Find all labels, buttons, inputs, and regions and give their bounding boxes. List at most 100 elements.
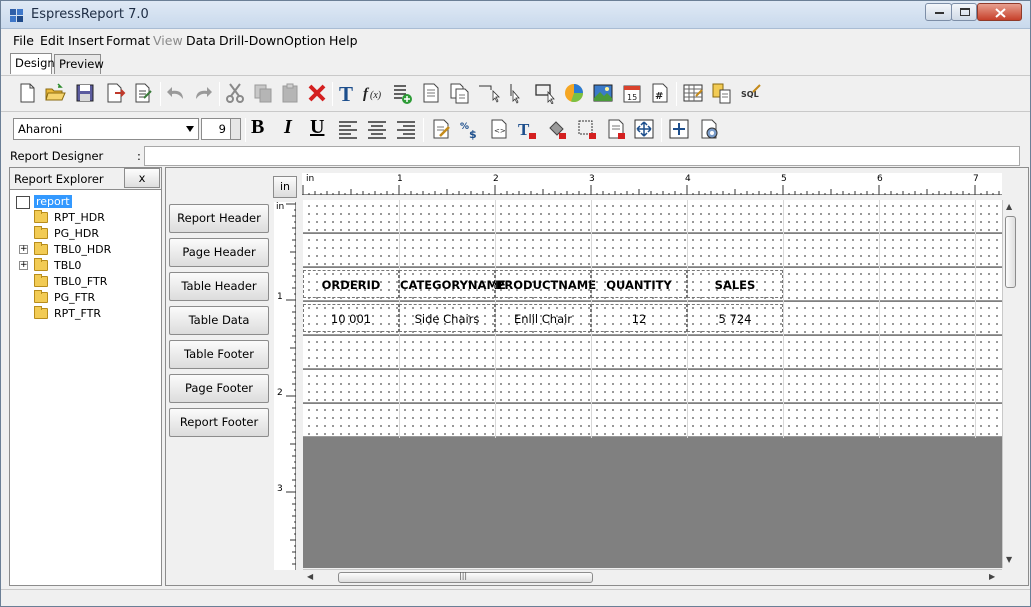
report-canvas[interactable]: ORDERID CATEGORYNAME PRODUCTNAME QUANTIT… [303,200,1002,568]
insert-chart-icon[interactable] [563,82,585,104]
italic-button[interactable]: I [284,116,292,139]
section-page-footer-button[interactable]: Page Footer [169,374,269,403]
close-button[interactable] [977,3,1022,21]
section-table-footer-button[interactable]: Table Footer [169,340,269,369]
vertical-scroll-thumb[interactable] [1005,216,1016,288]
sql-icon[interactable]: SQL [740,82,762,104]
scroll-down-icon[interactable]: ▼ [1006,555,1012,564]
insert-label-icon[interactable]: T [336,82,358,104]
report-designer-field[interactable] [144,146,1020,166]
band-page-footer[interactable] [303,370,1002,403]
font-family-select[interactable]: Aharoni [13,118,199,140]
table-data-cell[interactable]: Enlil Chair [495,304,591,332]
section-report-header-button[interactable]: Report Header [169,204,269,233]
scroll-right-icon[interactable]: ▶ [989,572,995,581]
number-format-icon[interactable]: %$ [459,118,481,140]
table-header-cell[interactable]: PRODUCTNAME [495,270,596,298]
border-icon[interactable] [576,118,598,140]
insert-subreport-icon[interactable] [448,82,470,104]
tree-item-pg-ftr[interactable]: PG_FTR [34,290,154,306]
minimize-button[interactable] [925,3,952,21]
align-center-icon[interactable] [366,118,388,140]
menu-format[interactable]: Format [106,33,150,48]
section-report-footer-button[interactable]: Report Footer [169,408,269,437]
explorer-close-button[interactable]: x [124,168,160,188]
tree-item-tbl0-hdr[interactable]: TBL0_HDR [34,242,154,258]
underline-button[interactable]: U [310,116,324,139]
table-header-cell[interactable]: ORDERID [303,270,399,298]
scroll-left-icon[interactable]: ◀ [307,572,313,581]
scroll-up-icon[interactable]: ▲ [1006,202,1012,211]
fit-icon[interactable] [633,118,655,140]
redo-icon[interactable] [192,82,214,104]
page-setup-icon[interactable] [132,82,154,104]
select-pointer-icon[interactable] [505,82,527,104]
insert-column-icon[interactable] [391,82,413,104]
bold-button[interactable]: B [251,116,264,139]
band-report-footer[interactable] [303,404,1002,437]
insert-page-number-icon[interactable]: # [649,82,671,104]
edit-format-icon[interactable] [430,118,452,140]
insert-formula-icon[interactable]: f (x) [362,82,384,104]
table-data-cell[interactable]: 5 724 [687,304,783,332]
menu-view[interactable]: View [153,33,183,48]
table-header-cell[interactable]: CATEGORYNAME [399,270,506,298]
menu-insert[interactable]: Insert [68,33,104,48]
menu-edit[interactable]: Edit [40,33,64,48]
tree-item-rpt-ftr[interactable]: RPT_FTR [34,306,154,322]
table-data-cell[interactable]: 10 001 [303,304,399,332]
fill-color-icon[interactable] [546,118,568,140]
align-left-icon[interactable] [337,118,359,140]
settings-icon[interactable] [698,118,720,140]
data-source-icon[interactable] [711,82,733,104]
html-format-icon[interactable]: <> [488,118,510,140]
maximize-button[interactable] [951,3,977,21]
menu-file[interactable]: File [13,33,34,48]
horizontal-scroll-thumb[interactable]: ||| [338,571,593,583]
table-data-cell[interactable]: Side Chairs [399,304,495,332]
background-icon[interactable] [605,118,627,140]
paste-icon[interactable] [279,82,301,104]
menu-option[interactable]: Option [284,33,326,48]
font-size-stepper[interactable]: 9 [201,118,241,140]
expand-plus-icon[interactable]: + [19,261,28,270]
tree-root-report[interactable]: report [16,195,156,211]
cut-icon[interactable] [224,82,246,104]
align-right-icon[interactable] [395,118,417,140]
tree-item-pg-hdr[interactable]: PG_HDR [34,226,154,242]
spin-down-icon[interactable] [230,129,240,139]
section-page-header-button[interactable]: Page Header [169,238,269,267]
band-table-footer[interactable] [303,336,1002,369]
band-report-header[interactable] [303,200,1002,233]
insert-line-icon[interactable] [479,82,501,104]
text-color-icon[interactable]: T [516,118,538,140]
insert-rectangle-icon[interactable] [534,82,556,104]
new-file-icon[interactable] [16,82,38,104]
open-folder-icon[interactable] [44,82,66,104]
vertical-scrollbar[interactable]: ▲ ▼ [1002,200,1018,568]
table-header-cell[interactable]: SALES [687,270,783,298]
table-header-cell[interactable]: QUANTITY [591,270,687,298]
export-icon[interactable] [104,82,126,104]
band-page-header[interactable] [303,234,1002,267]
undo-icon[interactable] [165,82,187,104]
tab-design[interactable]: Design [10,53,55,74]
menu-help[interactable]: Help [329,33,358,48]
menu-data[interactable]: Data [186,33,216,48]
copy-icon[interactable] [252,82,274,104]
table-properties-icon[interactable] [682,82,704,104]
delete-icon[interactable] [306,82,328,104]
tree-item-rpt-hdr[interactable]: RPT_HDR [34,210,154,226]
menu-drill-down[interactable]: Drill-Down [219,33,284,48]
tab-preview[interactable]: Preview [54,54,104,74]
save-icon[interactable] [74,82,96,104]
tree-item-tbl0-ftr[interactable]: TBL0_FTR [34,274,154,290]
horizontal-scrollbar[interactable]: ◀ ||| ▶ [303,569,1002,584]
expand-plus-icon[interactable]: + [19,245,28,254]
tree-item-tbl0[interactable]: TBL0 [34,258,154,274]
expand-icon[interactable] [668,118,690,140]
section-table-header-button[interactable]: Table Header [169,272,269,301]
insert-report-icon[interactable] [420,82,442,104]
table-data-cell[interactable]: 12 [591,304,687,332]
section-table-data-button[interactable]: Table Data [169,306,269,335]
